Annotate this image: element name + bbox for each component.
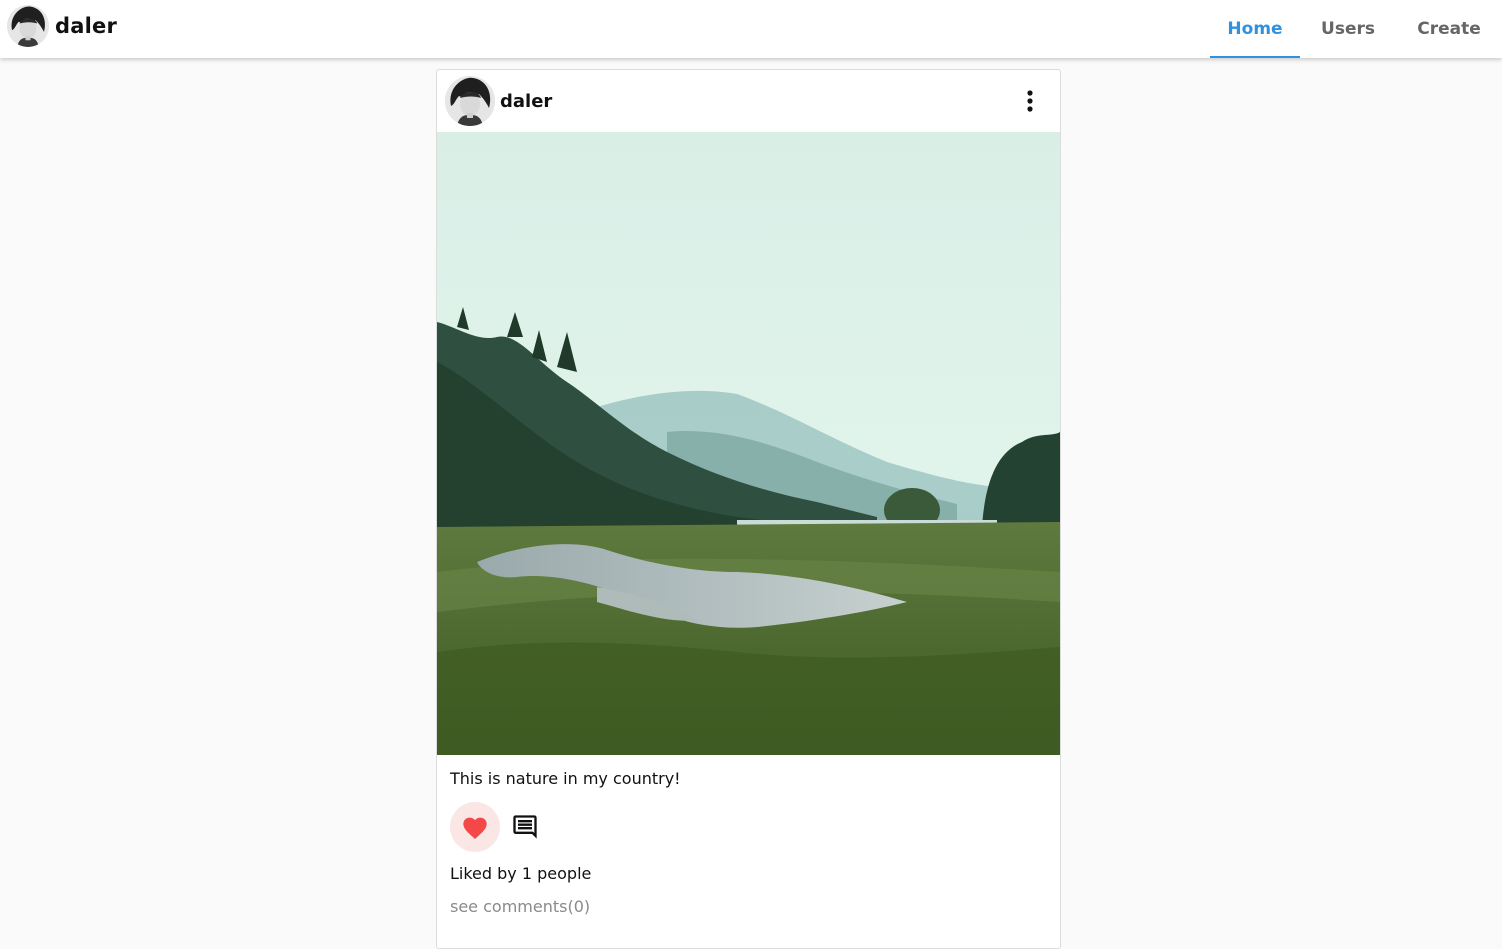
post-avatar-image: [445, 76, 495, 126]
top-navbar: daler Home Users Create: [0, 0, 1502, 58]
heart-icon: [463, 817, 487, 840]
post-image: [437, 132, 1060, 755]
more-options-button[interactable]: [1014, 85, 1046, 117]
nav-username[interactable]: daler: [55, 14, 117, 38]
post-actions: [450, 802, 1060, 852]
post-card: daler This is nature in my country! Like…: [436, 69, 1061, 949]
post-username[interactable]: daler: [500, 91, 552, 112]
avatar[interactable]: [7, 5, 49, 47]
post-avatar[interactable]: [445, 76, 495, 126]
see-comments-link[interactable]: see comments(0): [450, 897, 1060, 916]
post-header: daler: [437, 70, 1060, 132]
comment-button[interactable]: [510, 812, 540, 842]
like-button[interactable]: [450, 802, 500, 852]
comment-icon: [513, 815, 537, 839]
tab-users[interactable]: Users: [1300, 0, 1396, 58]
post-caption: This is nature in my country!: [450, 769, 681, 788]
more-vert-icon: [1027, 90, 1033, 112]
avatar-image: [7, 5, 49, 47]
likes-count: Liked by 1 people: [450, 864, 592, 883]
profile-brand[interactable]: daler: [7, 4, 117, 48]
tab-home[interactable]: Home: [1210, 0, 1300, 58]
tab-create[interactable]: Create: [1396, 0, 1502, 58]
nav-tabs: Home Users Create: [1210, 0, 1502, 58]
